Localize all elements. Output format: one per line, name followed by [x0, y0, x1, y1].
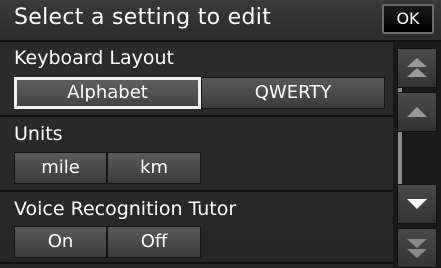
keyboard-layout-label: Keyboard Layout: [14, 47, 174, 69]
qwerty-option[interactable]: QWERTY: [201, 77, 385, 109]
double-chevron-up-icon: [407, 58, 427, 77]
chevron-down-icon: [407, 199, 427, 209]
mile-option[interactable]: mile: [14, 152, 107, 184]
voice-tutor-on-option[interactable]: On: [14, 226, 107, 258]
section-divider: [0, 115, 393, 117]
double-chevron-down-icon: [407, 239, 427, 258]
chevron-up-icon: [407, 107, 427, 117]
voice-tutor-off-option[interactable]: Off: [107, 226, 201, 258]
km-option[interactable]: km: [107, 152, 201, 184]
settings-screen: Select a setting to edit OK Keyboard Lay…: [0, 0, 441, 268]
scroll-down-button[interactable]: [397, 184, 437, 224]
page-up-button[interactable]: [397, 48, 437, 88]
page-title: Select a setting to edit: [14, 5, 272, 30]
header-bar: Select a setting to edit OK: [0, 0, 441, 42]
scroll-up-button[interactable]: [397, 92, 437, 132]
units-label: Units: [14, 123, 63, 145]
scroll-panel: [393, 42, 441, 268]
section-divider: [0, 190, 393, 192]
page-down-button[interactable]: [397, 228, 437, 268]
section-divider: [0, 262, 393, 264]
voice-tutor-label: Voice Recognition Tutor: [14, 198, 237, 220]
alphabet-option[interactable]: Alphabet: [14, 77, 201, 109]
ok-button[interactable]: OK: [382, 4, 434, 34]
